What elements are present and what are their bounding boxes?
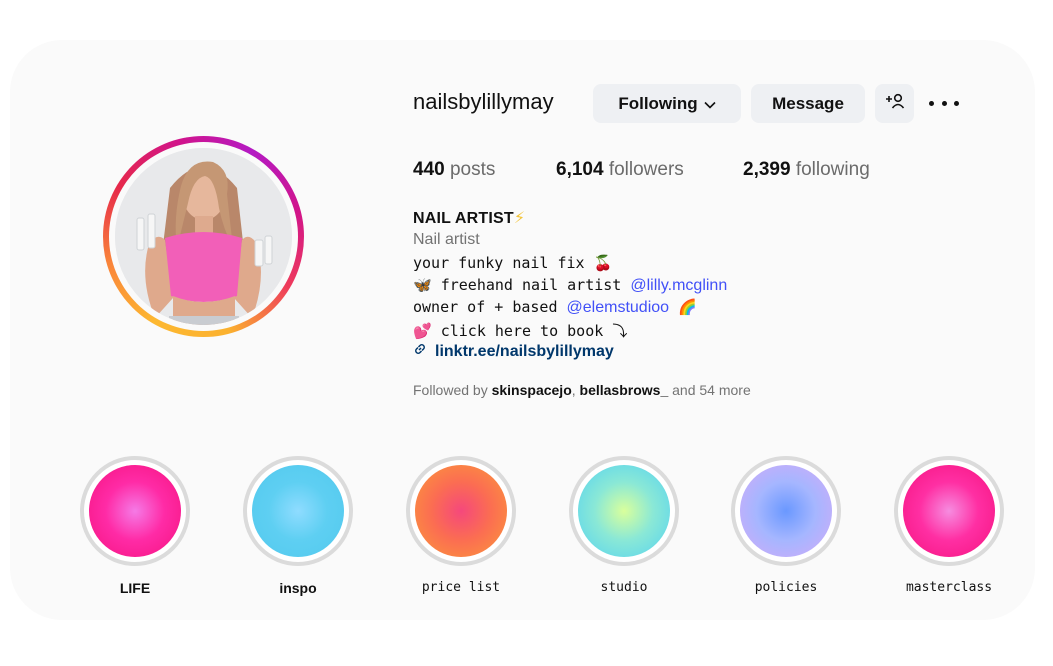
posts-count: 440 — [413, 159, 445, 180]
followers-count: 6,104 — [556, 159, 604, 180]
following-button-label: Following — [618, 93, 698, 113]
followed-by-user: bellasbrows_ — [579, 382, 669, 398]
following-button[interactable]: Following — [593, 84, 741, 123]
highlight-label: LIFE — [119, 580, 151, 596]
butterfly-emoji: 🦋 — [413, 276, 432, 294]
message-button[interactable]: Message — [751, 84, 865, 123]
more-dot — [929, 100, 934, 106]
highlight-label: inspo — [279, 580, 317, 596]
highlight-cover — [89, 465, 181, 557]
bio-title-text: NAIL ARTIST — [413, 210, 514, 227]
followed-by-prefix: Followed by — [413, 382, 488, 398]
bio-link[interactable]: linktr.ee/nailsbylillymay — [413, 342, 614, 361]
rainbow-emoji: 🌈 — [678, 298, 697, 316]
posts-label: posts — [449, 159, 496, 180]
following-label: following — [795, 159, 870, 180]
link-icon — [413, 342, 427, 361]
mention-link[interactable]: @lilly.mcglinn — [630, 277, 727, 294]
highlight-label: policies — [754, 580, 818, 595]
bio-line-2: 🦋 freehand nail artist @lilly.mcglinn — [413, 276, 727, 295]
add-person-icon — [885, 93, 905, 114]
bio-category: Nail artist — [413, 231, 480, 248]
more-dot — [954, 100, 959, 106]
bio-line-1-text: your funky nail fix — [413, 254, 585, 272]
following-stat[interactable]: 2,399 following — [743, 159, 870, 181]
bio-line-4: 💕 click here to book ⤵ — [413, 320, 627, 341]
highlight-label: studio — [600, 580, 648, 595]
bio-link-url[interactable]: linktr.ee/nailsbylillymay — [435, 343, 614, 361]
highlight-cover — [578, 465, 670, 557]
bio-name: NAIL ARTIST⚡ — [413, 208, 525, 228]
highlight-cover — [903, 465, 995, 557]
message-button-label: Message — [772, 93, 844, 113]
more-dot — [941, 100, 947, 106]
arrow-down-icon: ⤵ — [612, 322, 628, 340]
hearts-emoji: 💕 — [413, 322, 432, 340]
followed-by-user: skinspacejo — [491, 382, 572, 398]
following-count: 2,399 — [743, 159, 791, 180]
profile-username: nailsbylillymay — [413, 89, 554, 114]
bio-line-3-text: owner of + based — [413, 298, 558, 316]
avatar-gap — [109, 142, 298, 331]
highlight-label: masterclass — [905, 580, 993, 595]
bio-line-3: owner of + based @elemstudioo 🌈 — [413, 298, 697, 317]
suggest-accounts-button[interactable] — [875, 84, 914, 123]
bio-line-4-text: click here to book — [440, 322, 604, 340]
highlight-cover — [740, 465, 832, 557]
cherry-emoji: 🍒 — [593, 254, 613, 272]
story-ring[interactable] — [103, 136, 304, 337]
posts-stat: 440 posts — [413, 159, 495, 181]
followed-by-separator: , — [571, 382, 576, 398]
highlight-label: price list — [421, 580, 501, 595]
avatar[interactable] — [115, 148, 292, 325]
lightning-emoji: ⚡ — [513, 210, 526, 227]
highlight-cover — [415, 465, 507, 557]
bio-line-2-text: freehand nail artist — [440, 276, 622, 294]
chevron-down-icon — [704, 94, 716, 114]
followers-label: followers — [608, 159, 684, 180]
followers-stat[interactable]: 6,104 followers — [556, 159, 684, 181]
mention-link[interactable]: @elemstudioo — [567, 299, 670, 316]
highlight-cover — [252, 465, 344, 557]
followed-by-suffix: and 54 more — [672, 382, 751, 398]
followed-by[interactable]: Followed by skinspacejo, bellasbrows_ an… — [413, 382, 751, 398]
bio-line-1: your funky nail fix 🍒 — [413, 254, 612, 272]
profile-photo-illustration — [115, 148, 292, 325]
more-options-icon[interactable] — [929, 92, 959, 114]
